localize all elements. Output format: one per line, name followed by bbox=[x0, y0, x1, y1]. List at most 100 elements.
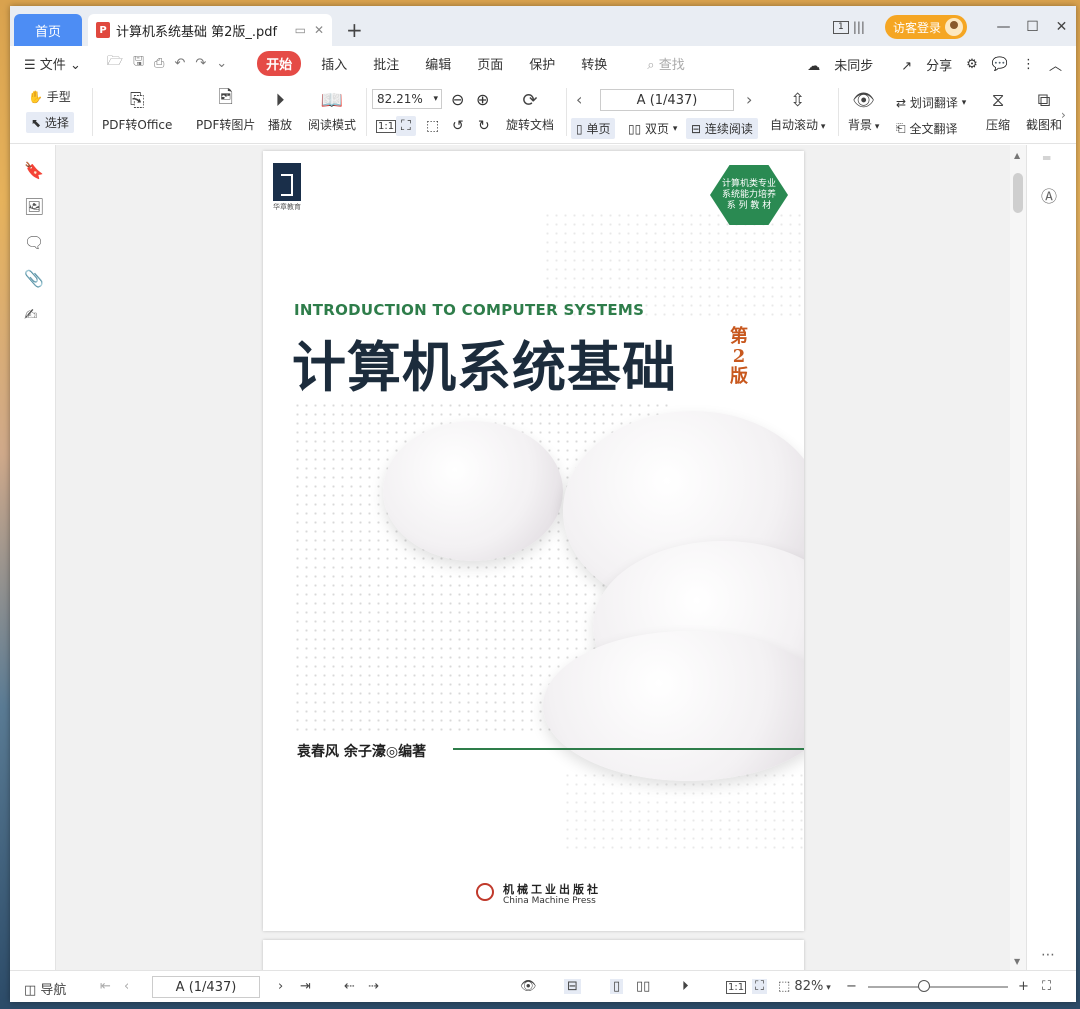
zoom-select[interactable]: 82.21% ▾ bbox=[372, 89, 442, 109]
auto-scroll-button[interactable]: ⇳ 自动滚动 ▾ bbox=[770, 84, 825, 133]
sync-button[interactable]: ☁ 未同步 bbox=[793, 55, 873, 74]
zoom-level: 82% bbox=[794, 979, 824, 994]
pdf-to-office-button[interactable]: ⎘ PDF转Office bbox=[102, 84, 172, 133]
open-folder-icon[interactable]: 🗁 bbox=[107, 52, 123, 74]
last-page-icon[interactable]: ⇥ bbox=[300, 979, 311, 994]
scroll-down-icon[interactable]: ▼ bbox=[1014, 957, 1020, 966]
signature-icon[interactable]: ✍ bbox=[24, 305, 37, 324]
guest-login-button[interactable]: 访客登录 bbox=[884, 15, 967, 39]
search-input[interactable]: ⌕ 查找 bbox=[647, 54, 684, 73]
print-icon[interactable]: ⎙ bbox=[154, 56, 164, 71]
page-number-icon[interactable]: 1 bbox=[832, 20, 849, 34]
zoom-out-button[interactable]: − bbox=[846, 979, 857, 994]
menu-bar: ☰ 文件 ⌄ 🗁 🖫 ⎙ ↶ ↷ ⌄ 开始 插入 批注 编辑 页面 保护 转换 … bbox=[10, 46, 1076, 80]
menu-annotate[interactable]: 批注 bbox=[373, 54, 399, 73]
single-page-view-icon[interactable]: ▯ bbox=[610, 979, 624, 994]
share-button[interactable]: ↗ 分享 bbox=[887, 55, 952, 74]
undo-icon[interactable]: ↶ bbox=[174, 56, 185, 71]
hand-tool-button[interactable]: ✋ 手型 bbox=[28, 88, 71, 105]
file-menu[interactable]: ☰ 文件 ⌄ bbox=[24, 54, 81, 73]
fullscreen-icon[interactable]: ⛶ bbox=[1042, 979, 1051, 994]
tab-window-icon[interactable]: ▭ bbox=[295, 23, 306, 37]
zoom-in-icon[interactable]: ⊕ bbox=[476, 90, 489, 109]
compress-button[interactable]: ⧖ 压缩 bbox=[986, 84, 1010, 133]
forward-icon[interactable]: ⇢ bbox=[368, 979, 379, 994]
fit-page-icon[interactable]: ⛶ bbox=[396, 116, 416, 136]
prev-page-icon[interactable]: ‹ bbox=[124, 979, 129, 994]
word-translate-button[interactable]: ⇄ 划词翻译 ▾ bbox=[896, 94, 966, 111]
actual-size-icon[interactable]: 1:1 bbox=[376, 120, 397, 133]
eye-protection-icon[interactable]: 👁 bbox=[520, 979, 537, 994]
close-window-button[interactable]: ✕ bbox=[1047, 19, 1076, 35]
back-icon[interactable]: ⇠ bbox=[344, 979, 355, 994]
zoom-slider-knob[interactable] bbox=[918, 980, 930, 992]
play-icon[interactable]: ⏵ bbox=[682, 979, 689, 994]
navigation-label: 导航 bbox=[40, 983, 67, 998]
thumbnail-icon[interactable]: 🖼 bbox=[24, 197, 44, 216]
actual-size-icon[interactable]: 1:1 bbox=[726, 981, 747, 994]
next-page-icon[interactable]: › bbox=[278, 979, 283, 994]
document-canvas[interactable]: 华章教育 计算机类专业 系统能力培养 系 列 教 材 INTRODUCTION … bbox=[56, 145, 1010, 980]
minimize-button[interactable]: — bbox=[989, 19, 1018, 35]
zoom-select[interactable]: ⬚ 82% ▾ bbox=[778, 979, 831, 994]
maximize-button[interactable]: ☐ bbox=[1018, 19, 1047, 35]
close-tab-icon[interactable]: ✕ bbox=[314, 23, 324, 37]
redo-icon[interactable]: ↷ bbox=[195, 56, 206, 71]
menu-start[interactable]: 开始 bbox=[257, 50, 302, 76]
play-button[interactable]: ⏵ 播放 bbox=[268, 84, 292, 133]
fit-width-icon: ⬚ bbox=[778, 979, 795, 994]
menu-insert[interactable]: 插入 bbox=[321, 54, 347, 73]
more-icon[interactable]: ⋮ bbox=[1022, 57, 1035, 72]
attachment-icon[interactable]: 📎 bbox=[24, 269, 44, 288]
first-page-icon[interactable]: ⇤ bbox=[100, 979, 111, 994]
collapse-ribbon-icon[interactable]: ︿ bbox=[1049, 55, 1062, 74]
rotate-right-icon[interactable]: ↻ bbox=[478, 118, 490, 134]
comment-icon[interactable]: 💬 bbox=[992, 57, 1008, 72]
continuous-read-button[interactable]: ⊟ 连续阅读 bbox=[686, 118, 758, 139]
menu-edit[interactable]: 编辑 bbox=[425, 54, 451, 73]
gear-icon[interactable]: ⚙ bbox=[966, 57, 978, 72]
double-page-view-icon[interactable]: ▯▯ bbox=[636, 979, 650, 994]
next-page-icon[interactable]: › bbox=[746, 90, 752, 109]
ribbon-scroll-right-icon[interactable]: › bbox=[1061, 108, 1066, 122]
fit-width-icon[interactable]: ⬚ bbox=[426, 118, 439, 134]
rotate-left-icon[interactable]: ↺ bbox=[452, 118, 464, 134]
pdf-to-image-button[interactable]: 🖻 PDF转图片 bbox=[196, 84, 255, 133]
navigation-button[interactable]: ◫ 导航 bbox=[24, 979, 66, 998]
new-tab-button[interactable]: + bbox=[346, 18, 363, 42]
more-dropdown-icon[interactable]: ⌄ bbox=[216, 56, 227, 71]
tab-document[interactable]: P 计算机系统基础 第2版_.pdf ▭ ✕ bbox=[88, 14, 332, 46]
read-mode-button[interactable]: 📖 阅读模式 bbox=[308, 84, 356, 133]
menu-page[interactable]: 页面 bbox=[477, 54, 503, 73]
more-options-icon[interactable]: ⋯ bbox=[1041, 947, 1055, 963]
zoom-out-icon[interactable]: ⊖ bbox=[451, 90, 464, 109]
zoom-in-button[interactable]: + bbox=[1018, 979, 1029, 994]
background-button[interactable]: 👁 背景 ▾ bbox=[848, 84, 879, 133]
scrollbar-thumb[interactable] bbox=[1013, 173, 1023, 213]
fit-page-icon[interactable]: ⛶ bbox=[752, 979, 768, 994]
rotate-document-button[interactable]: ⟳ 旋转文档 bbox=[506, 84, 554, 133]
page-input[interactable]: A (1/437) bbox=[600, 89, 734, 111]
dotted-pattern bbox=[563, 771, 803, 851]
drag-handle-icon[interactable]: ═ bbox=[1043, 151, 1050, 165]
double-page-button[interactable]: ▯▯ 双页 ▾ bbox=[628, 120, 677, 137]
prev-page-icon[interactable]: ‹ bbox=[576, 90, 582, 109]
single-page-label: 单页 bbox=[586, 122, 611, 136]
vertical-scrollbar[interactable]: ▲ ▼ bbox=[1010, 145, 1026, 970]
comment-panel-icon[interactable]: 🗨 bbox=[24, 233, 44, 252]
screenshot-button[interactable]: ⧉ 截图和 bbox=[1024, 84, 1064, 133]
zoom-slider[interactable] bbox=[868, 986, 1008, 988]
bookmark-icon[interactable]: 🔖 bbox=[24, 161, 44, 180]
save-icon[interactable]: 🖫 bbox=[133, 52, 144, 74]
tab-home[interactable]: 首页 bbox=[14, 14, 82, 46]
select-tool-button[interactable]: ⬉ 选择 bbox=[26, 112, 74, 133]
single-page-button[interactable]: ▯ 单页 bbox=[571, 118, 616, 139]
status-page-input[interactable]: A (1/437) bbox=[152, 976, 260, 998]
menu-convert[interactable]: 转换 bbox=[581, 54, 607, 73]
layout-icon[interactable]: ||| bbox=[853, 20, 865, 34]
translate-panel-icon[interactable]: Ⓐ bbox=[1041, 183, 1057, 207]
full-translate-button[interactable]: ⎗ 全文翻译 bbox=[896, 120, 957, 137]
menu-protect[interactable]: 保护 bbox=[529, 54, 555, 73]
continuous-view-icon[interactable]: ⊟ bbox=[564, 979, 581, 994]
scroll-up-icon[interactable]: ▲ bbox=[1014, 151, 1020, 160]
